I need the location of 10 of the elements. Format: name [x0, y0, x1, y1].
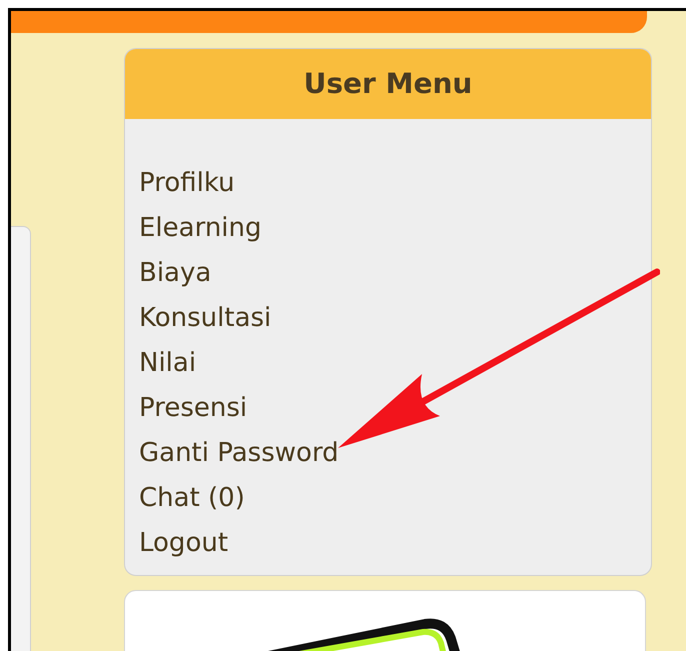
menu-link[interactable]: Logout	[139, 521, 228, 566]
panel-title: User Menu	[125, 49, 651, 119]
menu-link[interactable]: Ganti Password	[139, 431, 339, 476]
menu-link[interactable]: Profilku	[139, 161, 235, 206]
menu-link[interactable]: Elearning	[139, 206, 262, 251]
menu-link[interactable]: Chat (0)	[139, 476, 245, 521]
menu-link[interactable]: Presensi	[139, 386, 248, 431]
menu-link[interactable]: Biaya	[139, 251, 212, 296]
menu-link[interactable]: Konsultasi	[139, 296, 272, 341]
menu-link[interactable]: Nilai	[139, 341, 196, 386]
